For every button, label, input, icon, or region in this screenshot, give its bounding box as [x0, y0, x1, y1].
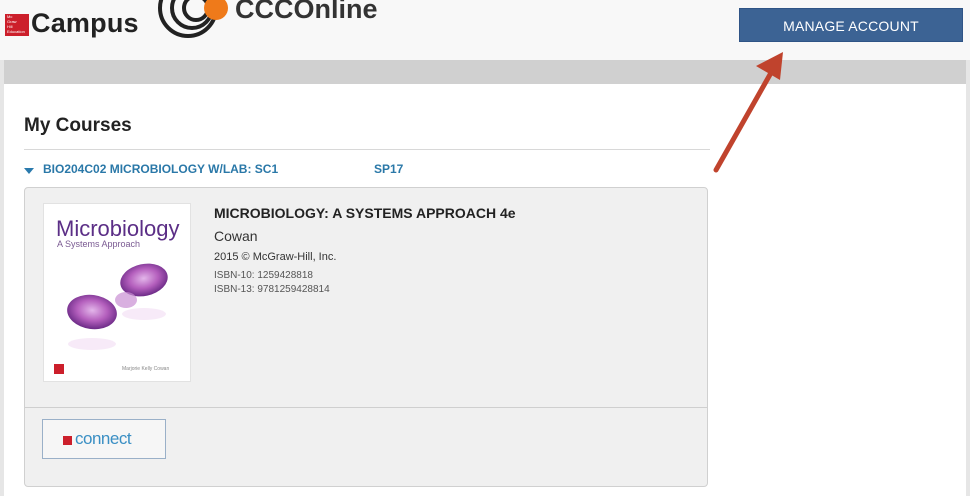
- mh-logo-line: Education: [7, 29, 25, 34]
- book-isbn10: ISBN-10: 1259428818: [214, 270, 313, 281]
- title-divider: [24, 149, 710, 150]
- page-edge-right: [966, 60, 970, 496]
- course-name-link[interactable]: BIO204C02 MICROBIOLOGY W/LAB: SC1: [43, 162, 278, 176]
- connect-label: connect: [75, 429, 132, 448]
- cover-artwork: [67, 263, 168, 350]
- book-publisher: 2015 © McGraw-Hill, Inc.: [214, 251, 337, 263]
- campus-logo-text: Campus: [31, 8, 139, 38]
- book-author: Cowan: [214, 228, 258, 244]
- header-band: [2, 60, 968, 84]
- book-isbn13: ISBN-13: 9781259428814: [214, 284, 330, 295]
- top-header: Mc Graw Hill Education Campus CCCOnline …: [0, 0, 970, 60]
- card-divider: [25, 407, 707, 408]
- cover-author: Marjorie Kelly Cowan: [122, 366, 170, 372]
- manage-account-button[interactable]: MANAGE ACCOUNT: [739, 8, 963, 42]
- annotation-arrow: [713, 52, 783, 173]
- chevron-down-icon[interactable]: [24, 168, 34, 174]
- book-cover-image: Microbiology A Systems Approach Marjorie…: [43, 203, 191, 382]
- book-card: Microbiology A Systems Approach Marjorie…: [24, 187, 708, 487]
- course-term: SP17: [374, 162, 404, 176]
- connect-button[interactable]: connect: [42, 419, 166, 459]
- mcgraw-hill-logo: Mc Graw Hill Education: [5, 14, 29, 36]
- cover-publisher-logo: [54, 364, 64, 374]
- page-title: My Courses: [24, 115, 132, 136]
- ccc-logo-icon: [158, 0, 228, 38]
- mcgraw-hill-mini-logo: [63, 436, 72, 445]
- book-title: MICROBIOLOGY: A SYSTEMS APPROACH 4e: [214, 205, 516, 221]
- ccc-online-logo-text: CCCOnline: [235, 0, 378, 24]
